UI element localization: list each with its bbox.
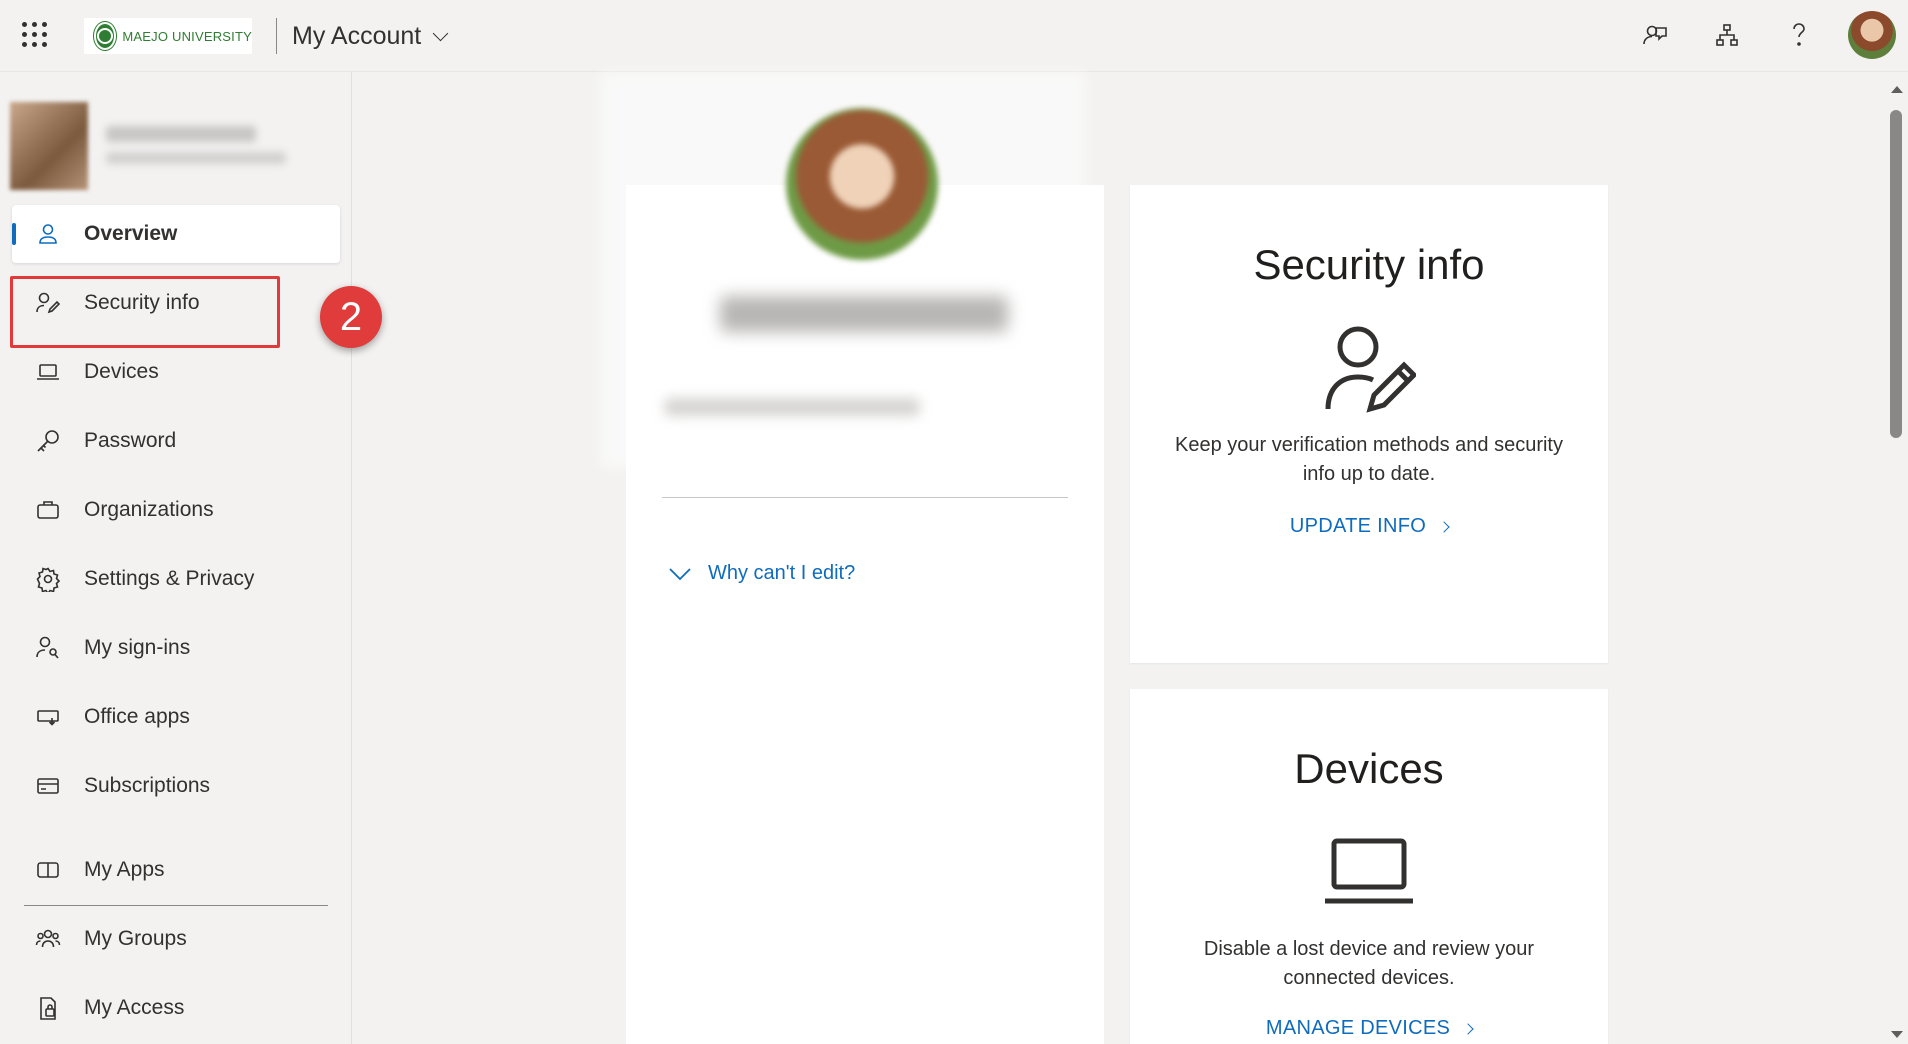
- sidebar-item-label: Overview: [84, 222, 178, 245]
- help-icon[interactable]: [1784, 20, 1814, 50]
- tile-description: Keep your verification methods and secur…: [1175, 434, 1563, 485]
- sidebar-item-label: Office apps: [84, 705, 190, 728]
- tile-description: Disable a lost device and review your co…: [1203, 938, 1535, 989]
- briefcase-icon: [34, 496, 62, 524]
- person-edit-icon: [1322, 321, 1418, 420]
- sidebar-item-label: Password: [84, 429, 177, 452]
- sidebar-item-subscriptions[interactable]: Subscriptions: [12, 757, 340, 815]
- sidebar-item-label: Settings & Privacy: [84, 567, 255, 590]
- sidebar-item-my-sign-ins[interactable]: My sign-ins: [12, 619, 340, 677]
- sidebar-item-label: Organizations: [84, 498, 214, 521]
- app-title-menu[interactable]: My Account: [292, 22, 449, 51]
- top-bar: MAEJO UNIVERSITY My Account: [0, 0, 1908, 72]
- profile-name-redacted: [720, 296, 1008, 332]
- sidebar: Overview Security info Devices Password …: [0, 72, 352, 1044]
- scrollbar-thumb[interactable]: [1890, 110, 1902, 438]
- profile-divider: [662, 497, 1068, 498]
- sidebar-item-label: My sign-ins: [84, 636, 191, 659]
- sidebar-item-label: My Access: [84, 996, 185, 1019]
- sidebar-item-label: My Groups: [84, 927, 187, 950]
- key-icon: [34, 427, 62, 455]
- sidebar-item-settings-privacy[interactable]: Settings & Privacy: [12, 550, 340, 608]
- step-number-badge: 2: [320, 286, 382, 348]
- chevron-right-icon: [1438, 520, 1450, 533]
- person-icon: [34, 220, 62, 248]
- user-avatar[interactable]: [1848, 11, 1896, 59]
- gear-icon: [34, 565, 62, 593]
- org-chart-icon[interactable]: [1712, 20, 1742, 50]
- laptop-icon: [34, 358, 62, 386]
- sidebar-item-password[interactable]: Password: [12, 412, 340, 470]
- sidebar-profile-name-redacted: [106, 126, 256, 142]
- university-logo[interactable]: MAEJO UNIVERSITY: [84, 18, 252, 54]
- sidebar-item-office-apps[interactable]: Office apps: [12, 688, 340, 746]
- sidebar-item-organizations[interactable]: Organizations: [12, 481, 340, 539]
- scroll-down-arrow-icon[interactable]: [1891, 1031, 1903, 1038]
- security-info-tile: Security info Keep your verification met…: [1130, 185, 1608, 663]
- sidebar-item-my-access[interactable]: My Access: [12, 979, 340, 1037]
- sidebar-profile-photo: [10, 102, 88, 190]
- update-info-link[interactable]: UPDATE INFO: [1130, 515, 1608, 538]
- chevron-right-icon: [1462, 1022, 1474, 1035]
- sidebar-item-label: Subscriptions: [84, 774, 211, 797]
- app-launcher-icon[interactable]: [22, 22, 48, 48]
- manage-devices-label: MANAGE DEVICES: [1265, 1017, 1451, 1039]
- apps-icon: [34, 856, 62, 884]
- why-cant-edit-label: Why can't I edit?: [708, 562, 856, 584]
- person-key-icon: [34, 634, 62, 662]
- sidebar-item-my-apps[interactable]: My Apps: [12, 841, 340, 899]
- sidebar-profile: [10, 102, 286, 190]
- chevron-down-icon: [432, 25, 449, 42]
- tile-title: Devices: [1294, 745, 1444, 792]
- profile-photo: [786, 108, 938, 260]
- vertical-scrollbar[interactable]: [1884, 72, 1908, 1044]
- feedback-icon[interactable]: [1640, 20, 1670, 50]
- sidebar-item-my-groups[interactable]: My Groups: [12, 910, 340, 968]
- update-info-label: UPDATE INFO: [1289, 515, 1427, 537]
- seal-icon: [94, 22, 117, 50]
- card-icon: [34, 772, 62, 800]
- sidebar-item-label: Devices: [84, 360, 159, 383]
- logo-text: MAEJO UNIVERSITY: [122, 28, 252, 44]
- tile-title: Security info: [1253, 241, 1485, 288]
- devices-tile: Devices Disable a lost device and review…: [1130, 689, 1608, 1044]
- sidebar-item-devices[interactable]: Devices: [12, 343, 340, 401]
- sidebar-item-label: Security info: [84, 291, 200, 314]
- chevron-down-icon: [669, 567, 691, 580]
- office-apps-icon: [34, 703, 62, 731]
- sidebar-divider: [24, 905, 328, 906]
- why-cant-edit-toggle[interactable]: Why can't I edit?: [668, 562, 855, 585]
- header-divider: [276, 18, 277, 54]
- scroll-up-arrow-icon[interactable]: [1891, 86, 1903, 93]
- app-title: My Account: [292, 22, 422, 50]
- laptop-icon: [1322, 837, 1416, 912]
- person-edit-icon: [34, 289, 62, 317]
- sidebar-item-label: My Apps: [84, 858, 165, 881]
- groups-icon: [34, 925, 62, 953]
- sidebar-profile-email-redacted: [106, 152, 286, 164]
- sidebar-item-overview[interactable]: Overview: [12, 205, 340, 263]
- sidebar-item-security-info[interactable]: Security info: [12, 274, 340, 332]
- profile-email-redacted: [664, 398, 920, 416]
- access-icon: [34, 994, 62, 1022]
- manage-devices-link[interactable]: MANAGE DEVICES: [1130, 1017, 1608, 1040]
